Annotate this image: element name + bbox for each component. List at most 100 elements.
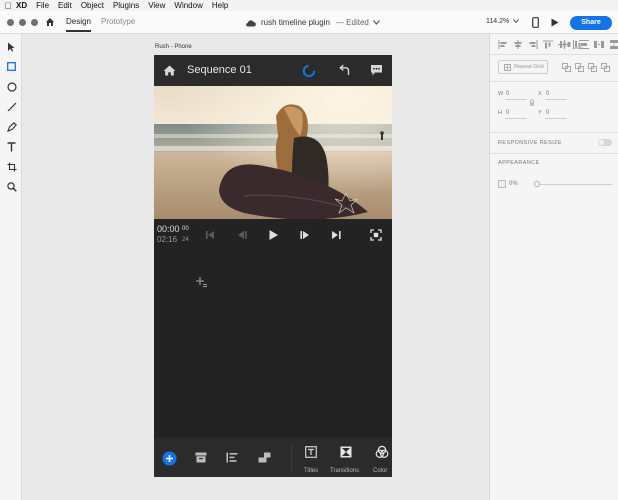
apple-icon[interactable]:  — [0, 1, 16, 11]
align-left-icon[interactable] — [498, 40, 508, 49]
responsive-resize-label: RESPONSIVE RESIZE — [498, 140, 562, 146]
opacity-slider-handle[interactable] — [534, 181, 540, 187]
text-tool[interactable] — [6, 141, 17, 152]
titles-label[interactable]: Titles — [304, 468, 318, 474]
menu-file[interactable]: File — [36, 0, 49, 11]
lock-aspect-icon[interactable] — [529, 98, 535, 107]
menu-plugins[interactable]: Plugins — [113, 0, 139, 11]
align-top-icon[interactable] — [543, 40, 553, 49]
space-horizontal-icon[interactable] — [594, 40, 604, 49]
bottom-toolbar: Titles Transitions Color — [154, 438, 392, 477]
rectangle-tool[interactable] — [6, 61, 17, 72]
opacity-checkbox[interactable] — [498, 180, 506, 188]
width-field-underline — [505, 99, 527, 100]
repeat-grid-icon — [504, 63, 511, 71]
tab-prototype[interactable]: Prototype — [101, 17, 135, 27]
title-bar: Design Prototype rush timeline plugin — … — [0, 11, 618, 34]
menu-edit[interactable]: Edit — [58, 0, 72, 11]
comments-icon[interactable] — [370, 64, 383, 77]
zoom-level: 114.2% — [486, 18, 510, 25]
x-label: X — [538, 91, 543, 97]
boolean-subtract-icon[interactable] — [575, 63, 584, 72]
transitions-icon[interactable] — [340, 446, 352, 458]
artboard-label[interactable]: Rush - Phone — [155, 44, 192, 50]
height-field-underline — [505, 118, 527, 119]
zoom-dropdown[interactable]: 114.2% — [486, 18, 520, 25]
property-inspector: Repeat Grid W 0 X 0 H 0 Y 0 RESPONSIVE R… — [489, 34, 618, 500]
line-icon — [7, 102, 16, 111]
distribute-horizontal-icon[interactable] — [564, 40, 574, 49]
boolean-add-icon[interactable] — [562, 63, 571, 72]
align-right-icon[interactable] — [528, 40, 538, 49]
step-forward-icon[interactable] — [299, 230, 311, 240]
align-center-icon[interactable] — [513, 40, 523, 49]
appearance-label: APPEARANCE — [498, 160, 540, 166]
zoom-tool[interactable] — [6, 181, 17, 192]
timecode-duration: 02:16 — [157, 235, 178, 244]
align-list-icon[interactable] — [226, 452, 238, 463]
titles-icon[interactable] — [305, 446, 317, 458]
home-icon[interactable] — [163, 65, 176, 76]
zoom-window-button[interactable] — [31, 19, 38, 26]
minimize-window-button[interactable] — [19, 19, 26, 26]
archive-icon[interactable] — [195, 452, 207, 463]
opacity-slider-track[interactable] — [536, 184, 612, 185]
y-field[interactable]: 0 — [546, 110, 549, 116]
cursor-arrow-icon — [8, 42, 15, 51]
document-title-dropdown[interactable]: rush timeline plugin — Edited — [245, 18, 380, 27]
share-button[interactable]: Share — [570, 16, 612, 30]
height-field[interactable]: 0 — [506, 110, 509, 116]
x-field[interactable]: 0 — [546, 91, 549, 97]
skip-to-end-icon[interactable] — [331, 230, 342, 240]
responsive-resize-toggle[interactable] — [598, 139, 612, 146]
close-window-button[interactable] — [7, 19, 14, 26]
play-preview-icon[interactable] — [551, 18, 559, 27]
timecode-current-frames: 00 — [182, 226, 189, 232]
boolean-buttons — [562, 63, 610, 72]
boolean-exclude-icon[interactable] — [601, 63, 610, 72]
transitions-label[interactable]: Transitions — [330, 468, 359, 474]
select-tool[interactable] — [6, 41, 17, 52]
distribute-buttons — [564, 40, 618, 49]
distribute-vertical-icon[interactable] — [579, 40, 589, 49]
space-vertical-icon[interactable] — [609, 40, 618, 49]
repeat-grid-label: Repeat Grid — [514, 64, 544, 70]
divider — [490, 81, 618, 82]
video-preview[interactable] — [154, 86, 392, 219]
menu-view[interactable]: View — [148, 0, 165, 11]
width-field[interactable]: 0 — [506, 91, 509, 97]
device-preview-icon[interactable] — [532, 17, 539, 28]
ellipse-tool[interactable] — [6, 81, 17, 92]
tab-design[interactable]: Design — [66, 17, 91, 32]
stacked-clips-icon[interactable] — [258, 452, 271, 463]
repeat-grid-button[interactable]: Repeat Grid — [498, 60, 548, 74]
undo-icon[interactable] — [338, 63, 352, 77]
opacity-value[interactable]: 0% — [509, 181, 518, 187]
step-back-icon[interactable] — [236, 230, 248, 240]
boolean-intersect-icon[interactable] — [588, 63, 597, 72]
menu-app-xd[interactable]: XD — [16, 0, 27, 11]
color-icon[interactable] — [375, 445, 389, 459]
menu-object[interactable]: Object — [81, 0, 104, 11]
cloud-icon — [246, 19, 256, 26]
menu-help[interactable]: Help — [212, 0, 228, 11]
home-icon[interactable] — [45, 17, 55, 27]
pen-icon — [6, 121, 17, 132]
menu-window[interactable]: Window — [174, 0, 202, 11]
y-field-underline — [545, 118, 567, 119]
artboard-phone[interactable]: Sequence 01 00:00 00 02:16 24 Titles Tra… — [154, 55, 392, 477]
fullscreen-icon[interactable] — [370, 229, 382, 241]
color-label[interactable]: Color — [373, 468, 387, 474]
chevron-down-icon — [372, 20, 380, 25]
timecode-duration-frames: 24 — [182, 237, 189, 243]
toggle-knob — [599, 140, 604, 145]
skip-to-start-icon[interactable] — [205, 230, 215, 240]
play-icon[interactable] — [268, 229, 279, 241]
pen-tool[interactable] — [6, 121, 17, 132]
loading-spinner-icon — [302, 64, 316, 78]
artboard-tool[interactable] — [6, 161, 17, 172]
line-tool[interactable] — [6, 101, 17, 112]
add-button-icon[interactable] — [162, 451, 177, 466]
add-media-icon[interactable] — [195, 276, 208, 289]
y-label: Y — [538, 110, 543, 116]
